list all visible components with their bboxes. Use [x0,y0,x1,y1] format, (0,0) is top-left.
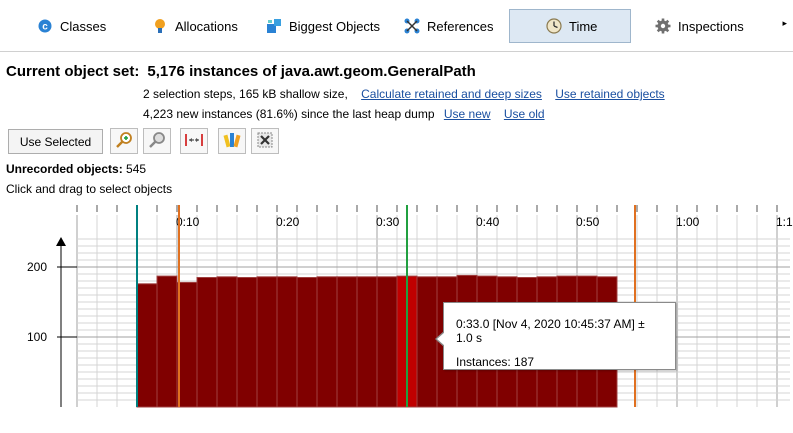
x-tick-label: 0:50 [576,215,600,229]
y-axis-arrow [56,237,66,246]
fit-width-icon [185,131,203,152]
tooltip-time: 0:33.0 [Nov 4, 2020 10:45:37 AM] ± 1.0 s [456,317,645,345]
zoom-in-button[interactable] [110,128,138,154]
tooltip-instances: Instances: 187 [456,355,663,369]
new-instances-text: 4,223 new instances (81.6%) since the la… [143,107,435,121]
selection-steps-text: 2 selection steps, 165 kB shallow size, [143,87,348,101]
tooltip-instances-value: 187 [514,355,535,369]
color-icon [223,131,241,152]
clock-icon [546,18,562,34]
zoom-out-icon [148,131,166,152]
tooltip-instances-label: Instances: [456,355,511,369]
tab-label: Inspections [678,18,744,34]
unrecorded-label: Unrecorded objects: [6,162,123,176]
tab-allocations[interactable]: Allocations [140,9,250,43]
x-tick-label: 1:00 [676,215,700,229]
tab-biggest-objects[interactable]: Biggest Objects [254,9,384,43]
clear-selection-button[interactable] [251,128,279,154]
tab-inspections[interactable]: Inspections [643,9,763,43]
tab-label: Allocations [175,18,238,34]
chart-bar [196,277,218,408]
chart-bar [256,276,278,408]
chart-bar [416,276,438,408]
chart-bar [136,283,158,408]
x-tick-label: 0:40 [476,215,500,229]
bar-tooltip: 0:33.0 [Nov 4, 2020 10:45:37 AM] ± 1.0 s… [435,302,676,370]
tab-label: References [427,18,494,34]
tab-references[interactable]: References [392,9,502,43]
calculate-retained-link[interactable]: Calculate retained and deep sizes [361,87,542,101]
allocations-icon [152,18,168,34]
references-icon [404,18,420,34]
zoom-in-icon [115,131,133,152]
clear-selection-icon [256,131,274,152]
gear-icon [655,18,671,34]
chart-bar [316,276,338,408]
x-tick-label: 0:30 [376,215,400,229]
tab-bar: c Classes Allocations Biggest Objects Re… [0,0,793,52]
chart-bar [276,276,298,408]
use-retained-link[interactable]: Use retained objects [555,87,664,101]
unrecorded-objects: Unrecorded objects: 545 [6,162,146,176]
x-tick-label: 0:20 [276,215,300,229]
use-old-link[interactable]: Use old [504,107,545,121]
svg-text:c: c [42,22,48,33]
chart-bar [376,276,398,408]
fit-width-button[interactable] [180,128,208,154]
tab-time[interactable]: Time [509,9,631,43]
current-object-set-value: 5,176 instances of java.awt.geom.General… [147,63,476,80]
classes-icon: c [37,18,53,34]
new-instances-info: 4,223 new instances (81.6%) since the la… [143,107,545,121]
tab-separator [0,51,793,52]
y-tick-label: 100 [27,330,47,344]
selection-info: 2 selection steps, 165 kB shallow size, … [143,87,665,101]
y-tick-label: 200 [27,260,47,274]
chart-bar [356,276,378,408]
tab-classes[interactable]: c Classes [25,9,135,43]
use-new-link[interactable]: Use new [444,107,491,121]
zoom-out-button[interactable] [143,128,171,154]
x-tick-label: 1:10 [776,215,793,229]
tab-label: Classes [60,18,107,34]
current-object-set-label: Current object set: [6,63,140,80]
tab-label: Biggest Objects [289,18,381,34]
chart-bar [216,276,238,408]
use-selected-button[interactable]: Use Selected [8,129,103,154]
chart-bar [236,277,258,408]
chart-bar [336,276,358,408]
chart-bar [156,275,178,408]
current-object-set: Current object set: 5,176 instances of ja… [6,63,476,80]
chart-bar [296,277,318,408]
tab-label: Time [569,18,598,34]
color-button[interactable] [218,128,246,154]
unrecorded-value: 545 [126,162,147,176]
biggest-objects-icon [266,18,282,34]
tabs-more-arrow-icon[interactable]: ▸ [782,18,787,29]
drag-hint: Click and drag to select objects [6,182,173,196]
